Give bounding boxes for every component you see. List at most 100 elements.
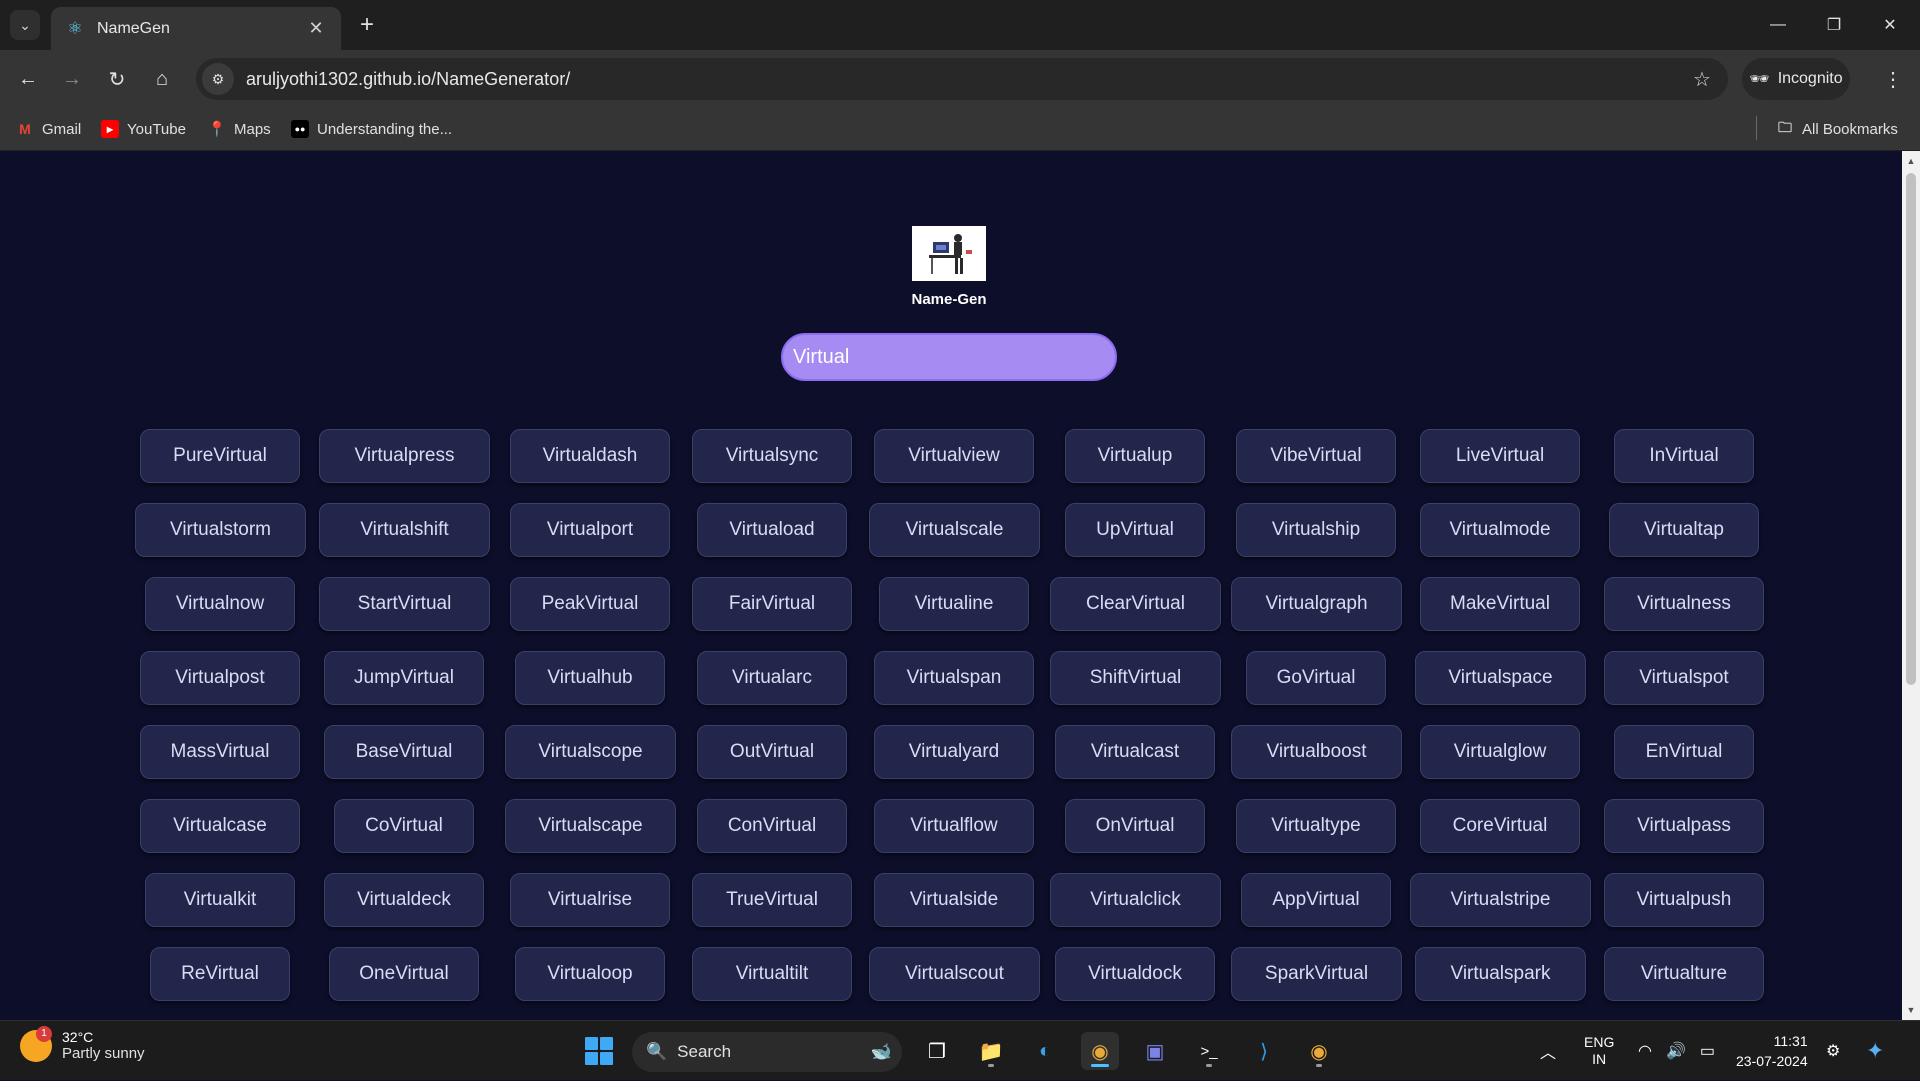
name-suggestion-chip[interactable]: StartVirtual: [319, 577, 490, 631]
scroll-up-icon[interactable]: ▲: [1902, 153, 1920, 169]
name-suggestion-chip[interactable]: Virtualkit: [145, 873, 295, 927]
minimize-button[interactable]: —: [1750, 0, 1806, 50]
name-suggestion-chip[interactable]: VibeVirtual: [1236, 429, 1396, 483]
name-suggestion-chip[interactable]: Virtualclick: [1050, 873, 1221, 927]
tab-search-button[interactable]: ⌄: [10, 10, 40, 40]
bookmark-youtube[interactable]: ▶ YouTube: [101, 117, 186, 141]
browser-menu-button[interactable]: ⋮: [1878, 64, 1908, 94]
home-button[interactable]: ⌂: [147, 64, 177, 94]
name-suggestion-chip[interactable]: Virtualpass: [1604, 799, 1764, 853]
name-suggestion-chip[interactable]: Virtualdeck: [324, 873, 484, 927]
name-suggestion-chip[interactable]: Virtualtype: [1236, 799, 1396, 853]
name-suggestion-chip[interactable]: Virtualture: [1604, 947, 1764, 1001]
name-suggestion-chip[interactable]: Virtualsync: [692, 429, 852, 483]
bookmark-gmail[interactable]: M Gmail: [16, 117, 81, 141]
name-suggestion-chip[interactable]: Virtuaload: [697, 503, 847, 557]
copilot-button[interactable]: ✦: [1866, 1021, 1884, 1081]
name-suggestion-chip[interactable]: EnVirtual: [1614, 725, 1754, 779]
name-suggestion-chip[interactable]: Virtualside: [874, 873, 1034, 927]
name-suggestion-chip[interactable]: Virtualboost: [1231, 725, 1402, 779]
name-suggestion-chip[interactable]: AppVirtual: [1241, 873, 1391, 927]
name-suggestion-chip[interactable]: Virtualscope: [505, 725, 676, 779]
chrome-button[interactable]: ◉: [1300, 1032, 1338, 1070]
name-suggestion-chip[interactable]: TrueVirtual: [692, 873, 852, 927]
name-suggestion-chip[interactable]: PeakVirtual: [510, 577, 670, 631]
close-window-button[interactable]: ✕: [1862, 0, 1918, 50]
terminal-button[interactable]: >_: [1190, 1032, 1228, 1070]
task-view-button[interactable]: ❐: [918, 1032, 956, 1070]
name-suggestion-chip[interactable]: JumpVirtual: [324, 651, 484, 705]
name-suggestion-chip[interactable]: Virtualrise: [510, 873, 670, 927]
language-indicator[interactable]: ENG IN: [1584, 1021, 1614, 1081]
address-bar[interactable]: ⚙ aruljyothi1302.github.io/NameGenerator…: [196, 58, 1728, 100]
name-suggestion-chip[interactable]: Virtualarc: [697, 651, 847, 705]
name-suggestion-chip[interactable]: Virtualhub: [515, 651, 665, 705]
name-suggestion-chip[interactable]: Virtualview: [874, 429, 1034, 483]
name-suggestion-chip[interactable]: Virtualship: [1236, 503, 1396, 557]
notifications-button[interactable]: ⚙: [1826, 1021, 1840, 1081]
name-suggestion-chip[interactable]: Virtualshift: [319, 503, 490, 557]
page-scrollbar[interactable]: ▲ ▼: [1902, 151, 1920, 1020]
name-suggestion-chip[interactable]: Virtualpush: [1604, 873, 1764, 927]
name-suggestion-chip[interactable]: Virtualport: [510, 503, 670, 557]
name-suggestion-chip[interactable]: Virtualscape: [505, 799, 676, 853]
taskbar-search[interactable]: 🔍 Search 🐋: [632, 1032, 902, 1072]
name-suggestion-chip[interactable]: LiveVirtual: [1420, 429, 1580, 483]
name-suggestion-chip[interactable]: Virtualyard: [874, 725, 1034, 779]
name-suggestion-chip[interactable]: MakeVirtual: [1420, 577, 1580, 631]
name-suggestion-chip[interactable]: Virtualpost: [140, 651, 300, 705]
start-button[interactable]: [580, 1032, 618, 1070]
name-suggestion-chip[interactable]: UpVirtual: [1065, 503, 1205, 557]
vscode-button[interactable]: ⟩: [1245, 1032, 1283, 1070]
name-suggestion-chip[interactable]: Virtualdock: [1055, 947, 1215, 1001]
name-suggestion-chip[interactable]: SparkVirtual: [1231, 947, 1402, 1001]
name-suggestion-chip[interactable]: Virtualoop: [515, 947, 665, 1001]
url-text[interactable]: aruljyothi1302.github.io/NameGenerator/: [246, 69, 1684, 90]
name-suggestion-chip[interactable]: ConVirtual: [697, 799, 847, 853]
chrome-incognito-button[interactable]: ◉: [1081, 1032, 1119, 1070]
name-suggestion-chip[interactable]: Virtualscale: [869, 503, 1040, 557]
name-suggestion-chip[interactable]: Virtualtilt: [692, 947, 852, 1001]
name-suggestion-chip[interactable]: OneVirtual: [329, 947, 479, 1001]
bookmark-maps[interactable]: 📍 Maps: [208, 117, 271, 141]
name-suggestion-chip[interactable]: Virtualscout: [869, 947, 1040, 1001]
name-suggestion-chip[interactable]: Virtualnow: [145, 577, 295, 631]
scroll-thumb[interactable]: [1906, 173, 1916, 685]
weather-widget[interactable]: 1 32°C Partly sunny: [20, 1025, 145, 1062]
reload-button[interactable]: ↻: [102, 64, 132, 94]
name-suggestion-chip[interactable]: Virtualspot: [1604, 651, 1764, 705]
system-tray[interactable]: ◠ 🔊 ▭: [1638, 1021, 1715, 1081]
name-suggestion-chip[interactable]: CoreVirtual: [1420, 799, 1580, 853]
back-button[interactable]: ←: [13, 64, 43, 94]
new-tab-button[interactable]: +: [352, 10, 382, 40]
edge-button[interactable]: ◐: [1026, 1032, 1064, 1070]
name-suggestion-chip[interactable]: Virtualstorm: [135, 503, 306, 557]
name-suggestion-chip[interactable]: Virtualtap: [1609, 503, 1759, 557]
all-bookmarks-button[interactable]: 🗀 All Bookmarks: [1776, 117, 1898, 141]
name-suggestion-chip[interactable]: ClearVirtual: [1050, 577, 1221, 631]
name-suggestion-chip[interactable]: Virtualgraph: [1231, 577, 1402, 631]
name-suggestion-chip[interactable]: OutVirtual: [697, 725, 847, 779]
name-suggestion-chip[interactable]: FairVirtual: [692, 577, 852, 631]
name-suggestion-chip[interactable]: Virtualpress: [319, 429, 490, 483]
bookmark-star-icon[interactable]: ☆: [1684, 67, 1720, 92]
name-suggestion-chip[interactable]: CoVirtual: [334, 799, 474, 853]
name-suggestion-chip[interactable]: Virtualspace: [1415, 651, 1586, 705]
name-suggestion-chip[interactable]: GoVirtual: [1246, 651, 1386, 705]
name-suggestion-chip[interactable]: Virtualmode: [1420, 503, 1580, 557]
name-suggestion-chip[interactable]: ShiftVirtual: [1050, 651, 1221, 705]
name-suggestion-chip[interactable]: Virtualness: [1604, 577, 1764, 631]
name-suggestion-chip[interactable]: Virtualcast: [1055, 725, 1215, 779]
name-suggestion-chip[interactable]: Virtualup: [1065, 429, 1205, 483]
name-suggestion-chip[interactable]: ReVirtual: [150, 947, 290, 1001]
name-suggestion-chip[interactable]: BaseVirtual: [324, 725, 484, 779]
name-suggestion-chip[interactable]: OnVirtual: [1065, 799, 1205, 853]
scroll-down-icon[interactable]: ▼: [1902, 1002, 1920, 1018]
tab-namegen[interactable]: ⚛ NameGen ✕: [51, 7, 341, 50]
show-hidden-icons-button[interactable]: ︿: [1540, 1021, 1556, 1081]
teams-button[interactable]: ▣: [1136, 1032, 1174, 1070]
forward-button[interactable]: →: [57, 64, 87, 94]
name-suggestion-chip[interactable]: Virtualspark: [1415, 947, 1586, 1001]
name-suggestion-chip[interactable]: Virtualine: [879, 577, 1029, 631]
restore-button[interactable]: ❐: [1806, 0, 1862, 50]
